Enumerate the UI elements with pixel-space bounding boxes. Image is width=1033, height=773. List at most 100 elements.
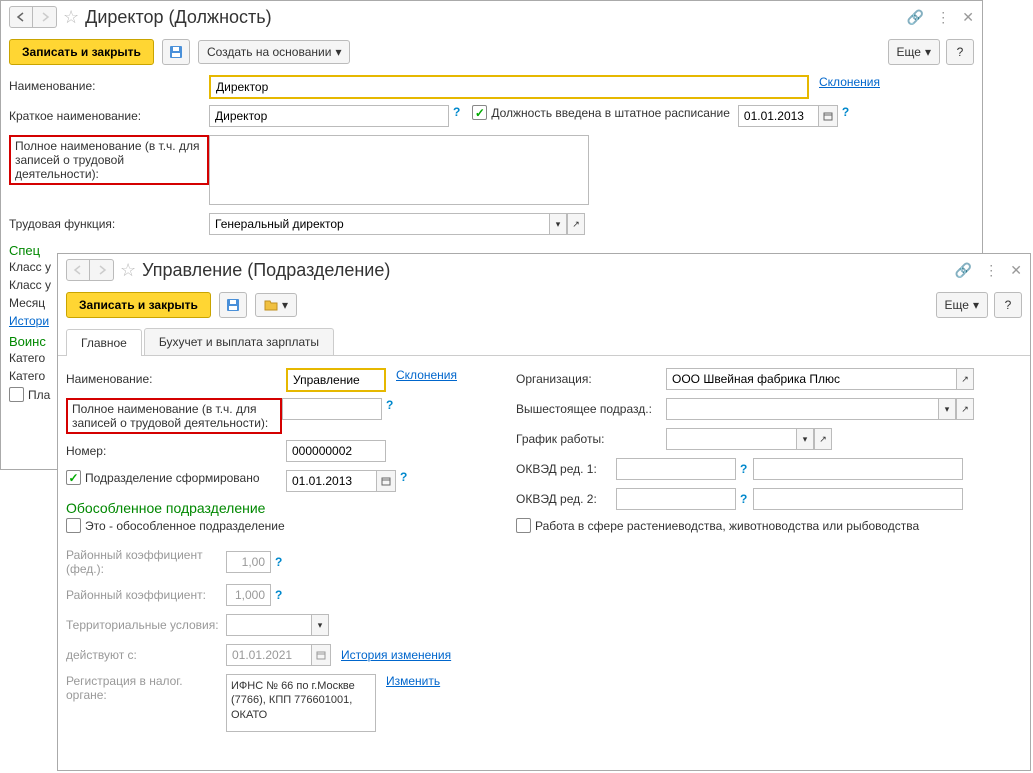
dropdown-button[interactable]: ▾ [938,398,956,420]
okved1-label: ОКВЭД ред. 1: [516,462,616,476]
declension-link[interactable]: Склонения [819,75,880,89]
help-button[interactable]: ? [946,39,974,65]
dropdown-button[interactable]: ▾ [796,428,814,450]
tab-main[interactable]: Главное [66,329,142,356]
save-close-button[interactable]: Записать и закрыть [66,292,211,318]
number-input[interactable] [286,440,386,462]
territorial-input[interactable] [226,614,311,636]
calendar-button[interactable] [311,644,331,666]
open-button[interactable]: ↗ [814,428,832,450]
declension-link[interactable]: Склонения [396,368,457,382]
parent-input[interactable] [666,398,938,420]
name-input[interactable] [209,75,809,99]
okved1-code-input[interactable] [616,458,736,480]
create-based-button[interactable]: Создать на основании ▾ [198,40,351,64]
open-button[interactable]: ↗ [956,368,974,390]
folder-button[interactable]: ▾ [255,293,297,317]
more-button[interactable]: Еще ▾ [936,292,988,318]
okved2-name-input[interactable] [753,488,963,510]
schedule-checkbox[interactable] [472,105,487,120]
full-name-label: Полное наименование (в т.ч. для записей … [9,135,209,185]
save-close-button[interactable]: Записать и закрыть [9,39,154,65]
help-icon[interactable]: ? [275,555,282,569]
more-button[interactable]: Еще ▾ [888,39,940,65]
link-icon[interactable]: 🔗 [955,262,972,279]
save-button[interactable] [162,39,190,65]
arrow-left-icon [73,265,83,275]
chevron-down-icon: ▾ [335,45,341,59]
name-input[interactable] [286,368,386,392]
full-name-input[interactable] [282,398,382,420]
tax-reg-box: ИФНС № 66 по г.Москве (7766), КПП 776601… [226,674,376,732]
help-icon[interactable]: ? [386,398,393,412]
save-button[interactable] [219,292,247,318]
territorial-label: Территориальные условия: [66,618,226,632]
help-icon[interactable]: ? [400,470,407,484]
labor-func-label: Трудовая функция: [9,213,209,231]
formed-label: Подразделение сформировано [85,471,260,485]
forward-button[interactable] [33,6,57,28]
forward-button[interactable] [90,259,114,281]
history-link[interactable]: История изменения [341,648,451,662]
history-link[interactable]: Истори [9,314,49,328]
help-icon[interactable]: ? [740,462,747,476]
okved2-code-input[interactable] [616,488,736,510]
close-icon[interactable]: ✕ [1010,262,1022,279]
help-button[interactable]: ? [994,292,1022,318]
menu-icon[interactable]: ⋮ [936,9,950,26]
favorite-icon[interactable]: ☆ [120,260,136,281]
window-department: ☆ Управление (Подразделение) 🔗 ⋮ ✕ Запис… [57,253,1031,771]
partial-month: Месяц [9,296,45,310]
formed-checkbox[interactable] [66,470,81,485]
menu-icon[interactable]: ⋮ [984,262,998,279]
district-fed-input[interactable] [226,551,271,573]
help-icon[interactable]: ? [740,492,747,506]
schedule-date-input[interactable] [738,105,818,127]
toolbar: Записать и закрыть Создать на основании … [1,33,982,71]
org-label: Организация: [516,372,666,386]
help-icon[interactable]: ? [842,105,849,119]
pla-checkbox[interactable] [9,387,24,402]
titlebar: ☆ Управление (Подразделение) 🔗 ⋮ ✕ [58,254,1030,286]
partial-class2: Класс у [9,278,51,292]
schedule-input[interactable] [666,428,796,450]
close-icon[interactable]: ✕ [962,9,974,26]
district-input[interactable] [226,584,271,606]
tab-accounting[interactable]: Бухучет и выплата зарплаты [144,328,334,355]
save-icon [169,45,183,59]
change-link[interactable]: Изменить [386,674,440,688]
calendar-button[interactable] [376,470,396,492]
name-label: Наименование: [9,75,209,93]
okved1-name-input[interactable] [753,458,963,480]
more-label: Еще [897,45,921,59]
agriculture-checkbox[interactable] [516,518,531,533]
toolbar: Записать и закрыть ▾ Еще ▾ ? [58,286,1030,324]
labor-func-input[interactable] [209,213,549,235]
save-icon [226,298,240,312]
separate-checkbox[interactable] [66,518,81,533]
parent-label: Вышестоящее подразд.: [516,402,666,416]
back-button[interactable] [9,6,33,28]
partial-pla: Пла [28,388,50,402]
tax-reg-label: Регистрация в налог. органе: [66,674,226,702]
open-button[interactable]: ↗ [956,398,974,420]
formed-date-input[interactable] [286,470,376,492]
dropdown-button[interactable]: ▾ [311,614,329,636]
favorite-icon[interactable]: ☆ [63,7,79,28]
help-icon[interactable]: ? [453,105,460,119]
org-input[interactable] [666,368,956,390]
help-icon[interactable]: ? [275,588,282,602]
calendar-icon [381,476,391,486]
effective-from-input[interactable] [226,644,311,666]
partial-class1: Класс у [9,260,51,274]
chevron-down-icon: ▾ [282,298,288,312]
agriculture-label: Работа в сфере растениеводства, животнов… [535,519,919,533]
calendar-button[interactable] [818,105,838,127]
open-button[interactable]: ↗ [567,213,585,235]
back-button[interactable] [66,259,90,281]
full-name-textarea[interactable] [209,135,589,205]
link-icon[interactable]: 🔗 [907,9,924,26]
arrow-right-icon [97,265,107,275]
dropdown-button[interactable]: ▾ [549,213,567,235]
short-name-input[interactable] [209,105,449,127]
